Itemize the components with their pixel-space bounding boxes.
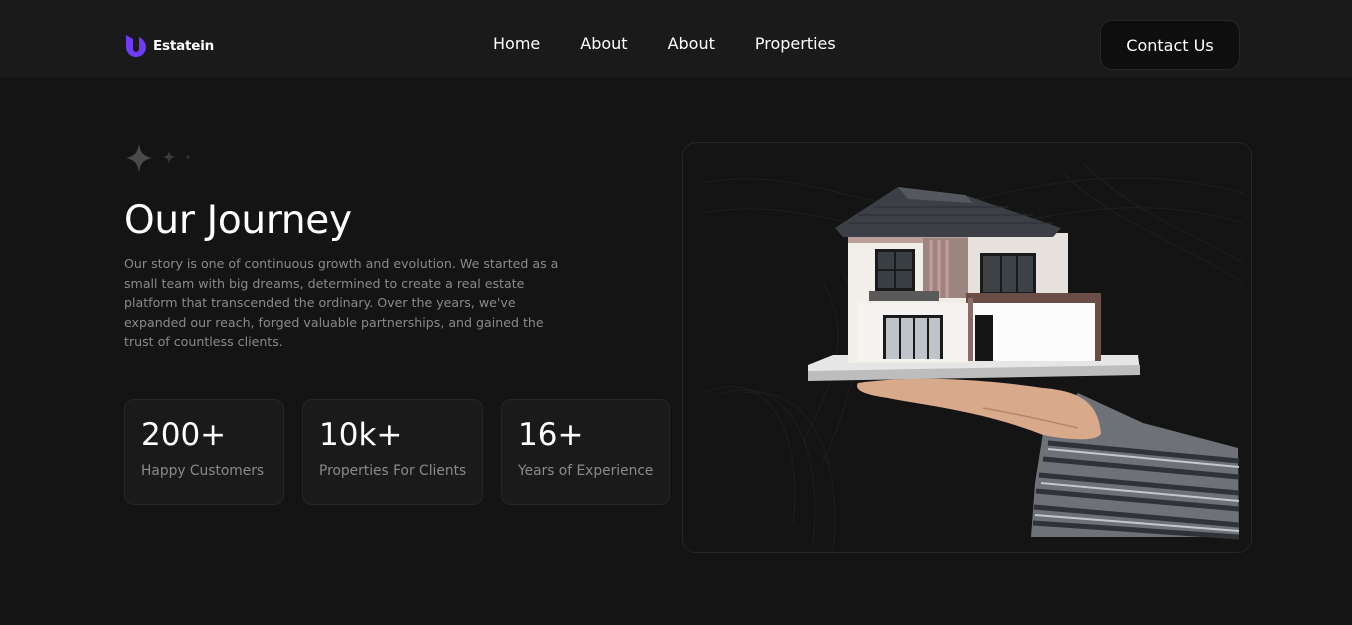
contact-us-button[interactable]: Contact Us — [1100, 20, 1240, 70]
stat-value: 16+ — [518, 417, 584, 453]
stat-card-experience: 16+ Years of Experience — [501, 399, 670, 505]
stat-label: Properties For Clients — [319, 463, 467, 479]
stat-label: Years of Experience — [518, 463, 654, 479]
nav-properties[interactable]: Properties — [755, 34, 836, 53]
sparkles-icon — [126, 143, 191, 173]
brand-name: Estatein — [153, 38, 215, 54]
journey-description: Our story is one of continuous growth an… — [124, 256, 559, 349]
brand-logo[interactable]: Estatein — [124, 33, 214, 59]
stat-label: Happy Customers — [141, 463, 265, 479]
stat-card-customers: 200+ Happy Customers — [124, 399, 284, 505]
stat-value: 200+ — [141, 417, 227, 453]
stat-card-properties: 10k+ Properties For Clients — [302, 399, 483, 505]
nav-about-2[interactable]: About — [668, 34, 715, 53]
house-in-hand-illustration — [702, 162, 1244, 552]
hero-image-frame — [682, 142, 1252, 553]
nav-about[interactable]: About — [580, 34, 627, 53]
navbar: Estatein Home About About Properties Con… — [0, 0, 1352, 78]
main-nav: Home About About Properties — [493, 34, 836, 53]
stat-value: 10k+ — [319, 417, 403, 453]
nav-home[interactable]: Home — [493, 34, 540, 53]
logo-icon — [126, 35, 146, 57]
page-title: Our Journey — [124, 198, 352, 243]
